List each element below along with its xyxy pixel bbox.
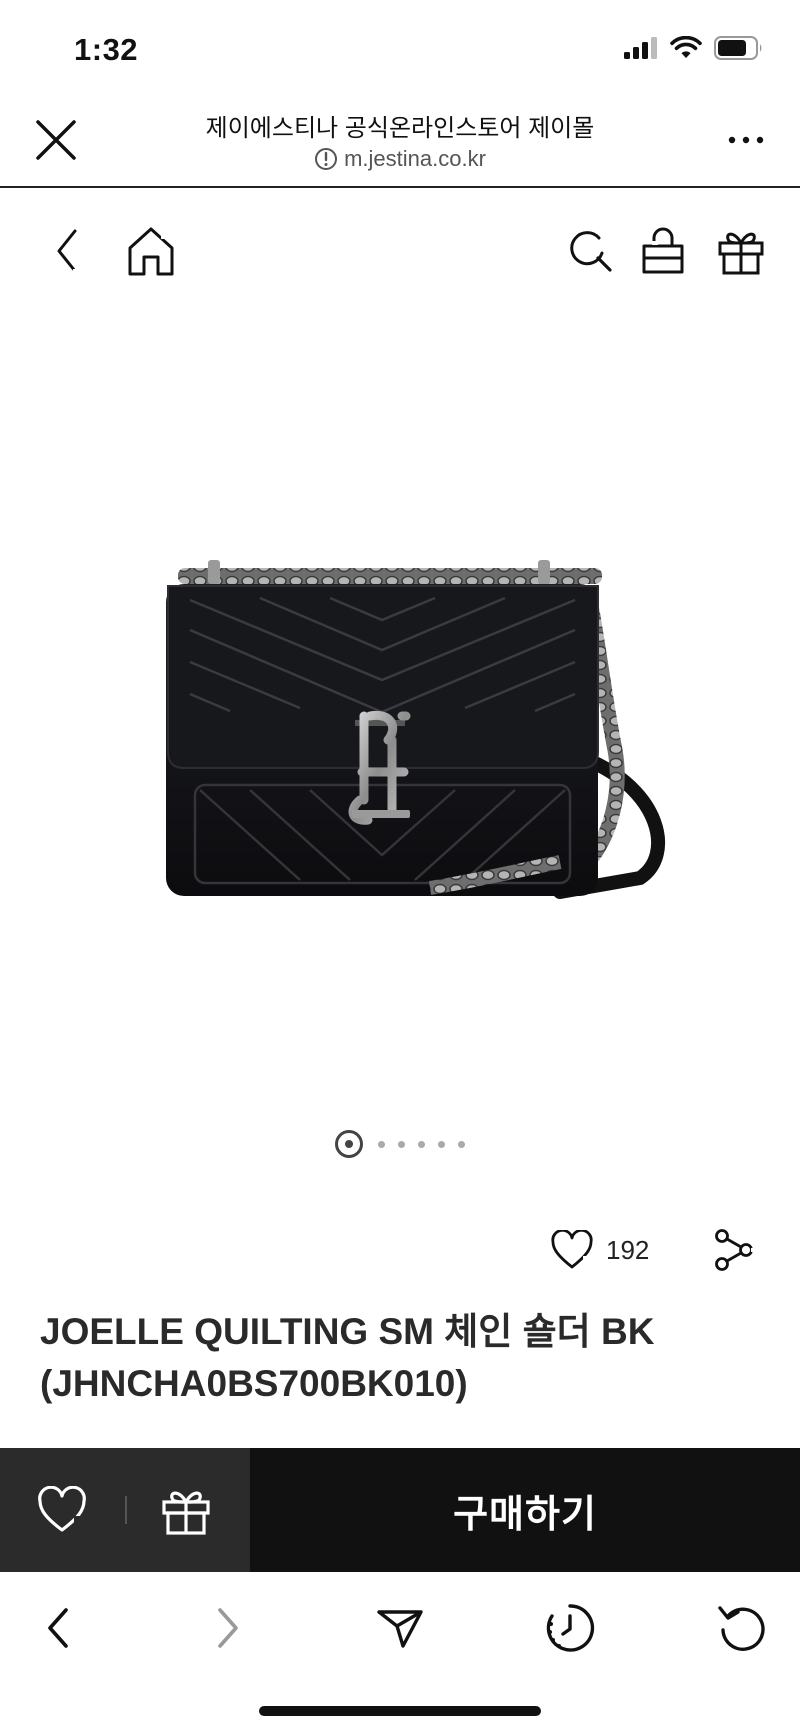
carousel-dot-active[interactable]	[335, 1130, 363, 1158]
back-button[interactable]	[40, 224, 94, 278]
purchase-bar: 구매하기	[0, 1448, 800, 1572]
product-name: JOELLE QUILTING SM 체인 숄더 BK (JHNCHA0BS70…	[40, 1306, 760, 1410]
browser-forward-button[interactable]	[198, 1598, 258, 1658]
gift-icon	[718, 232, 764, 275]
more-icon	[728, 136, 764, 144]
product-name-line2: (JHNCHA0BS700BK010)	[40, 1363, 468, 1404]
status-time: 1:32	[74, 32, 139, 67]
site-url-row[interactable]: m.jestina.co.kr	[0, 146, 800, 172]
carousel-dot[interactable]	[398, 1140, 405, 1148]
shopping-bag-icon	[642, 227, 684, 274]
chevron-right-icon	[218, 1608, 238, 1648]
browser-toolbar	[0, 1572, 800, 1732]
purchase-bar-actions	[0, 1448, 250, 1572]
share-button[interactable]	[712, 1228, 756, 1277]
carousel-dot[interactable]	[458, 1140, 465, 1148]
reload-button[interactable]	[712, 1598, 772, 1658]
status-bar: 1:32	[0, 0, 800, 90]
wishlist-button[interactable]	[36, 1485, 88, 1536]
chevron-left-icon	[57, 229, 77, 273]
carousel-dot[interactable]	[438, 1140, 445, 1148]
browser-header: 제이에스티나 공식온라인스토어 제이몰 m.jestina.co.kr	[0, 90, 800, 188]
gift-icon	[162, 1491, 210, 1535]
like-button[interactable]: 192	[550, 1230, 649, 1270]
heart-icon	[551, 1230, 593, 1269]
status-icons	[624, 36, 764, 60]
home-icon	[128, 227, 174, 276]
chevron-left-icon	[48, 1608, 68, 1648]
product-bag-image	[166, 560, 666, 899]
site-url: m.jestina.co.kr	[344, 146, 486, 171]
carousel-dot[interactable]	[378, 1140, 385, 1148]
carousel-dots[interactable]	[0, 1130, 800, 1158]
share-icon	[715, 1229, 755, 1271]
home-button[interactable]	[124, 224, 178, 278]
wifi-icon	[670, 36, 702, 58]
history-icon	[546, 1604, 595, 1652]
gift-purchase-button[interactable]	[160, 1484, 212, 1536]
search-button[interactable]	[564, 224, 618, 278]
send-button[interactable]	[370, 1598, 430, 1658]
site-nav	[0, 190, 800, 310]
site-title: 제이에스티나 공식온라인스토어 제이몰	[205, 115, 595, 142]
home-indicator[interactable]	[259, 1706, 541, 1716]
carousel-dot[interactable]	[418, 1140, 425, 1148]
more-button[interactable]	[726, 128, 766, 152]
gift-button[interactable]	[714, 224, 768, 278]
browser-back-button[interactable]	[28, 1598, 88, 1658]
product-image[interactable]	[0, 310, 800, 1090]
battery-icon	[714, 36, 762, 60]
heart-icon	[38, 1485, 86, 1532]
history-button[interactable]	[540, 1598, 600, 1658]
like-count: 192	[606, 1234, 650, 1265]
bar-divider	[125, 1496, 127, 1524]
product-actions: 192	[0, 1224, 800, 1280]
buy-button[interactable]: 구매하기	[250, 1448, 800, 1572]
search-icon	[570, 231, 612, 272]
cart-button[interactable]	[636, 224, 690, 278]
product-name-line1: JOELLE QUILTING SM 체인 숄더 BK	[40, 1311, 655, 1352]
reload-icon	[718, 1606, 765, 1651]
send-icon	[377, 1610, 423, 1648]
info-icon	[315, 148, 338, 170]
cellular-signal-icon	[624, 37, 657, 59]
